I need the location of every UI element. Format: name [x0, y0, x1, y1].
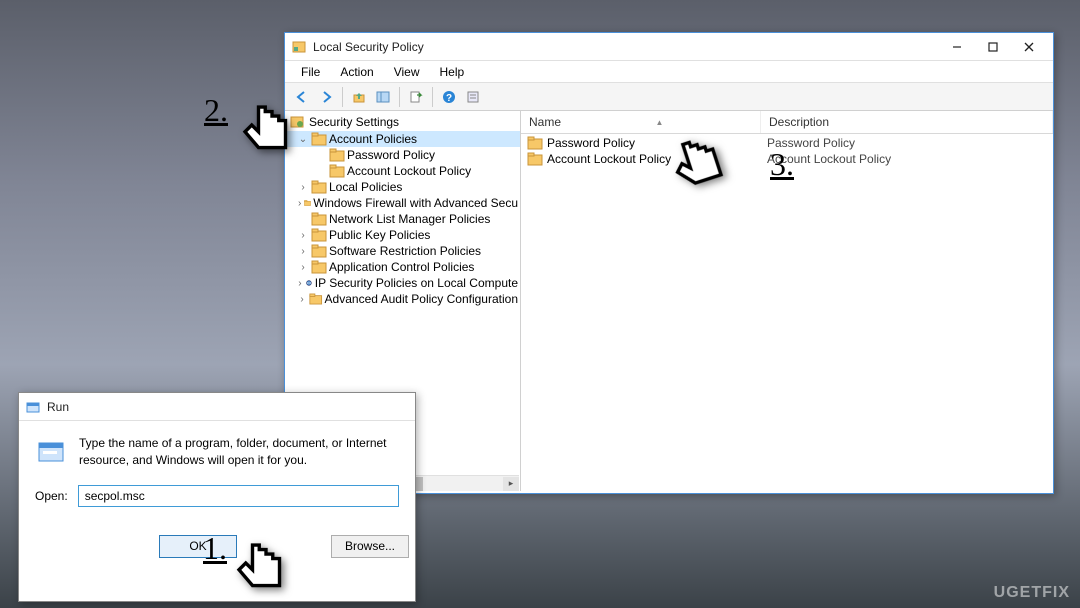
window-controls — [939, 35, 1047, 59]
properties-button[interactable] — [462, 86, 484, 108]
folder-icon — [527, 136, 543, 150]
tree-account-lockout-policy[interactable]: Account Lockout Policy — [285, 163, 520, 179]
menu-view[interactable]: View — [384, 63, 430, 81]
browse-button[interactable]: Browse... — [331, 535, 409, 558]
tree-windows-firewall[interactable]: › Windows Firewall with Advanced Secu — [285, 195, 520, 211]
col-desc-header[interactable]: Description — [761, 111, 1053, 133]
tree-public-key[interactable]: › Public Key Policies — [285, 227, 520, 243]
row-desc: Account Lockout Policy — [761, 152, 1053, 166]
tree-local-policies[interactable]: › Local Policies — [285, 179, 520, 195]
row-name: Account Lockout Policy — [547, 152, 671, 166]
run-title: Run — [47, 400, 409, 414]
tree-label: Application Control Policies — [329, 260, 474, 274]
close-button[interactable] — [1011, 35, 1047, 59]
toolbar: ? — [285, 83, 1053, 111]
expand-icon[interactable]: › — [297, 198, 302, 209]
tree-account-policies[interactable]: ⌄ Account Policies — [285, 131, 520, 147]
run-dialog: Run Type the name of a program, folder, … — [18, 392, 416, 602]
tree-label: Advanced Audit Policy Configuration — [325, 292, 518, 306]
list-header: Name ▲ Description — [521, 111, 1053, 134]
col-name-label: Name — [529, 115, 561, 129]
folder-icon — [527, 152, 543, 166]
toolbar-sep — [399, 87, 400, 107]
tree-label: Local Policies — [329, 180, 402, 194]
scroll-right-button[interactable]: ▸ — [503, 477, 519, 491]
tree-label: IP Security Policies on Local Compute — [315, 276, 518, 290]
expand-icon[interactable]: › — [297, 230, 309, 241]
maximize-button[interactable] — [975, 35, 1011, 59]
tree-label: Account Policies — [329, 132, 417, 146]
expand-icon[interactable]: › — [297, 262, 309, 273]
cursor-hand-icon — [230, 536, 302, 608]
watermark: UGETFIX — [994, 584, 1070, 602]
tree-ipsec[interactable]: › IP Security Policies on Local Compute — [285, 275, 520, 291]
run-titlebar[interactable]: Run — [19, 393, 415, 421]
up-folder-button[interactable] — [348, 86, 370, 108]
menu-action[interactable]: Action — [330, 63, 383, 81]
tree-network-list[interactable]: Network List Manager Policies — [285, 211, 520, 227]
run-description: Type the name of a program, folder, docu… — [79, 435, 399, 469]
minimize-button[interactable] — [939, 35, 975, 59]
tree-label: Network List Manager Policies — [329, 212, 490, 226]
lsp-titlebar[interactable]: Local Security Policy — [285, 33, 1053, 61]
expand-icon[interactable]: › — [297, 246, 309, 257]
toolbar-sep — [342, 87, 343, 107]
tree-password-policy[interactable]: Password Policy — [285, 147, 520, 163]
row-name: Password Policy — [547, 136, 635, 150]
tree-root-label: Security Settings — [309, 115, 399, 129]
step-1-label: 1. — [203, 530, 227, 567]
export-button[interactable] — [405, 86, 427, 108]
lsp-title: Local Security Policy — [313, 40, 939, 54]
show-hide-tree-button[interactable] — [372, 86, 394, 108]
tree-label: Windows Firewall with Advanced Secu — [313, 196, 518, 210]
tree-advanced-audit[interactable]: › Advanced Audit Policy Configuration — [285, 291, 520, 307]
tree-app-control[interactable]: › Application Control Policies — [285, 259, 520, 275]
menu-help[interactable]: Help — [430, 63, 475, 81]
tree-software-restriction[interactable]: › Software Restriction Policies — [285, 243, 520, 259]
svg-text:?: ? — [446, 93, 452, 104]
row-desc: Password Policy — [761, 136, 1053, 150]
open-input[interactable] — [78, 485, 399, 507]
run-body: Type the name of a program, folder, docu… — [19, 421, 415, 535]
tree-label: Password Policy — [347, 148, 435, 162]
expand-icon[interactable]: › — [297, 294, 307, 305]
step-2-label: 2. — [204, 92, 228, 129]
open-label: Open: — [35, 489, 68, 503]
tree-label: Account Lockout Policy — [347, 164, 471, 178]
expand-icon[interactable]: › — [297, 182, 309, 193]
step-3-label: 3. — [770, 146, 794, 183]
tree-label: Software Restriction Policies — [329, 244, 481, 258]
lsp-app-icon — [291, 39, 307, 55]
tree-label: Public Key Policies — [329, 228, 430, 242]
run-icon — [25, 399, 41, 415]
cursor-hand-icon — [236, 98, 308, 170]
run-large-icon — [35, 435, 67, 467]
menu-file[interactable]: File — [291, 63, 330, 81]
menubar: File Action View Help — [285, 61, 1053, 83]
sort-asc-icon: ▲ — [656, 118, 664, 127]
expand-icon[interactable]: › — [297, 278, 303, 289]
help-button[interactable]: ? — [438, 86, 460, 108]
toolbar-sep — [432, 87, 433, 107]
forward-button[interactable] — [315, 86, 337, 108]
tree-root[interactable]: Security Settings — [285, 113, 520, 131]
